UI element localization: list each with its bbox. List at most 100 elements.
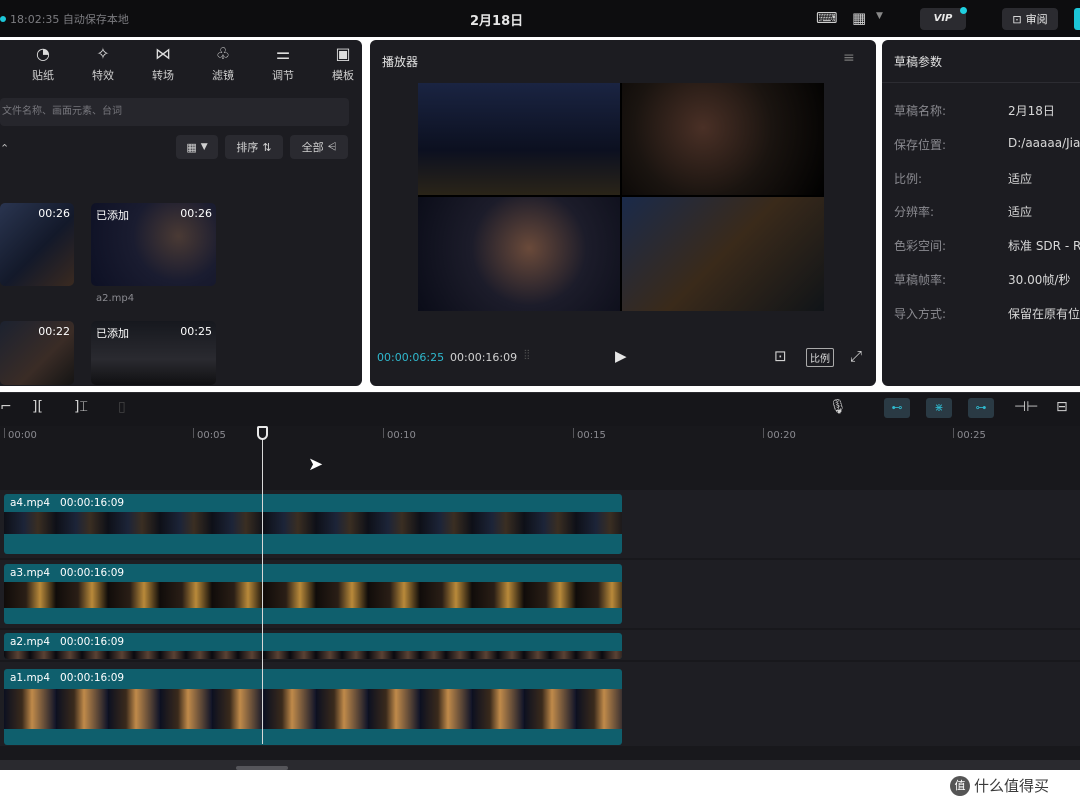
clip-filmstrip — [4, 582, 622, 608]
collapse-chevron-icon[interactable]: ⌃ — [0, 142, 9, 155]
tick-label: 00:10 — [387, 430, 416, 441]
tool-filter[interactable]: ♧ 滤镜 — [200, 44, 246, 83]
preview-axis-icon[interactable]: ⊟ — [1056, 399, 1068, 415]
timeline-clip[interactable]: a3.mp4 00:00:16:09 — [4, 564, 622, 624]
media-clip-1[interactable]: 00:26 — [0, 203, 74, 286]
review-icon: ⊡ — [1012, 12, 1022, 26]
keyboard-shortcuts-icon[interactable]: ⌨ — [816, 9, 838, 27]
tick-label: 00:00 — [8, 430, 37, 441]
view-mode-button[interactable]: ▦ ▼ — [176, 135, 218, 159]
effects-icon: ✧ — [96, 44, 110, 63]
fullscreen-preview-icon[interactable]: ⊡ — [774, 347, 787, 365]
auto-snap-icon[interactable]: ⋇ — [926, 398, 952, 418]
filter-button[interactable]: 全部 ⩤ — [290, 135, 348, 159]
media-toolbar: ◔ 贴纸 ✧ 特效 ⋈ 转场 ♧ 滤镜 ⚌ 调节 ▣ 模板 — [20, 44, 366, 83]
media-clip-2[interactable]: 已添加 00:26 — [91, 203, 216, 286]
param-label: 比例: — [894, 172, 923, 186]
preview-quadrant-4 — [622, 197, 824, 311]
clip-header: a3.mp4 00:00:16:09 — [4, 564, 622, 582]
center-split-icon[interactable]: ⊣⊢ — [1014, 399, 1038, 415]
main-track-link-icon[interactable]: ⊷ — [884, 398, 910, 418]
param-label: 草稿帧率: — [894, 273, 947, 287]
tool-sticker[interactable]: ◔ 贴纸 — [20, 44, 66, 83]
vip-badge-dot — [960, 7, 967, 14]
transition-icon: ⋈ — [155, 44, 171, 63]
playhead-handle[interactable] — [257, 426, 268, 440]
clip-name: a4.mp4 — [10, 497, 51, 509]
preview-quadrant-2 — [622, 83, 824, 195]
layout-icon[interactable]: ▦ — [852, 9, 866, 27]
project-title: 2月18日 — [470, 14, 524, 29]
chevron-down-icon[interactable]: ▼ — [876, 11, 883, 21]
select-tool-icon[interactable]: ⌐ — [0, 399, 12, 415]
media-search-input[interactable]: 文件名称、画面元素、台词 — [0, 98, 349, 126]
tick-label: 00:05 — [197, 430, 226, 441]
param-value: 30.00帧/秒 — [1008, 273, 1071, 287]
tick-mark — [383, 428, 384, 438]
media-clip-3[interactable]: 00:22 — [0, 321, 74, 385]
param-value: 标准 SDR - R — [1008, 239, 1080, 253]
timeline-scrollbar-thumb[interactable] — [236, 766, 288, 770]
preview-quadrant-1 — [418, 83, 620, 195]
tool-effects[interactable]: ✧ 特效 — [80, 44, 126, 83]
timeline-scrollbar-track — [0, 760, 1080, 770]
params-divider — [882, 82, 1080, 83]
clip-header: a1.mp4 00:00:16:09 — [4, 669, 622, 687]
funnel-icon: ⩤ — [327, 140, 337, 153]
play-icon[interactable]: ▶ — [615, 347, 627, 365]
sort-button[interactable]: 排序 ⇅ — [225, 135, 283, 159]
video-preview — [418, 83, 824, 311]
clip-name: a2.mp4 — [10, 636, 51, 648]
param-label: 导入方式: — [894, 307, 947, 321]
top-bar: 18:02:35 自动保存本地 2月18日 ⌨ ▦ ▼ VIP ⊡ 审阅 — [0, 0, 1080, 37]
media-clip-name: a2.mp4 — [96, 293, 135, 304]
tick-mark — [953, 428, 954, 438]
timeline-clip[interactable]: a4.mp4 00:00:16:09 — [4, 494, 622, 554]
filter-icon: ♧ — [215, 44, 231, 63]
playhead-line[interactable] — [262, 438, 263, 744]
tool-transition[interactable]: ⋈ 转场 — [140, 44, 186, 83]
param-value: 适应 — [1008, 205, 1033, 219]
tick-mark — [4, 428, 5, 438]
preview-quadrant-3 — [418, 197, 620, 311]
review-button[interactable]: ⊡ 审阅 — [1002, 8, 1058, 30]
timeline-clip[interactable]: a1.mp4 00:00:16:09 — [4, 669, 622, 745]
template-icon: ▣ — [335, 44, 351, 63]
linkage-icon[interactable]: ⊶ — [968, 398, 994, 418]
params-title: 草稿参数 — [894, 55, 943, 69]
timeline-toolbar — [0, 392, 1080, 426]
split-right-icon[interactable]: ]⌶ — [74, 399, 88, 415]
player-title: 播放器 — [382, 55, 419, 69]
clip-name: a3.mp4 — [10, 567, 51, 579]
current-timecode: 00:00:06:25 — [377, 351, 445, 364]
param-value: 2月18日 — [1008, 104, 1055, 118]
adjust-icon: ⚌ — [275, 44, 291, 63]
tick-label: 00:15 — [577, 430, 606, 441]
clip-duration: 00:00:16:09 — [60, 497, 125, 509]
clip-duration: 00:00:16:09 — [60, 567, 125, 579]
autosave-dot-icon — [0, 16, 6, 22]
delete-icon[interactable]: ▯ — [118, 399, 126, 415]
split-left-icon[interactable]: ][ — [32, 399, 43, 415]
tool-template[interactable]: ▣ 模板 — [320, 44, 366, 83]
autosave-status: 18:02:35 自动保存本地 — [0, 11, 129, 27]
menu-icon[interactable]: ≡ — [843, 50, 855, 66]
clip-duration: 00:00:16:09 — [60, 672, 125, 684]
timeline-clip[interactable]: a2.mp4 00:00:16:09 — [4, 633, 622, 659]
waveform-icon[interactable]: ⦙⦙ — [524, 348, 530, 363]
clip-filmstrip — [4, 651, 622, 659]
param-label: 色彩空间: — [894, 239, 947, 253]
mouse-cursor-icon: ➤ — [308, 454, 324, 475]
watermark-logo-icon: 值 — [950, 775, 970, 796]
expand-icon[interactable]: ⤢ — [850, 347, 862, 365]
param-label: 分辨率: — [894, 205, 935, 219]
param-value: 适应 — [1008, 172, 1033, 186]
sort-icon: ⇅ — [262, 140, 272, 154]
param-value: 保留在原有位 — [1008, 307, 1080, 321]
tool-adjust[interactable]: ⚌ 调节 — [260, 44, 306, 83]
chevron-down-icon: ▼ — [200, 142, 208, 152]
export-button[interactable] — [1074, 8, 1080, 30]
media-clip-4[interactable]: 已添加 00:25 — [91, 321, 216, 385]
ratio-button[interactable]: 比例 — [806, 348, 834, 367]
microphone-icon[interactable]: 🎙 — [829, 399, 847, 415]
